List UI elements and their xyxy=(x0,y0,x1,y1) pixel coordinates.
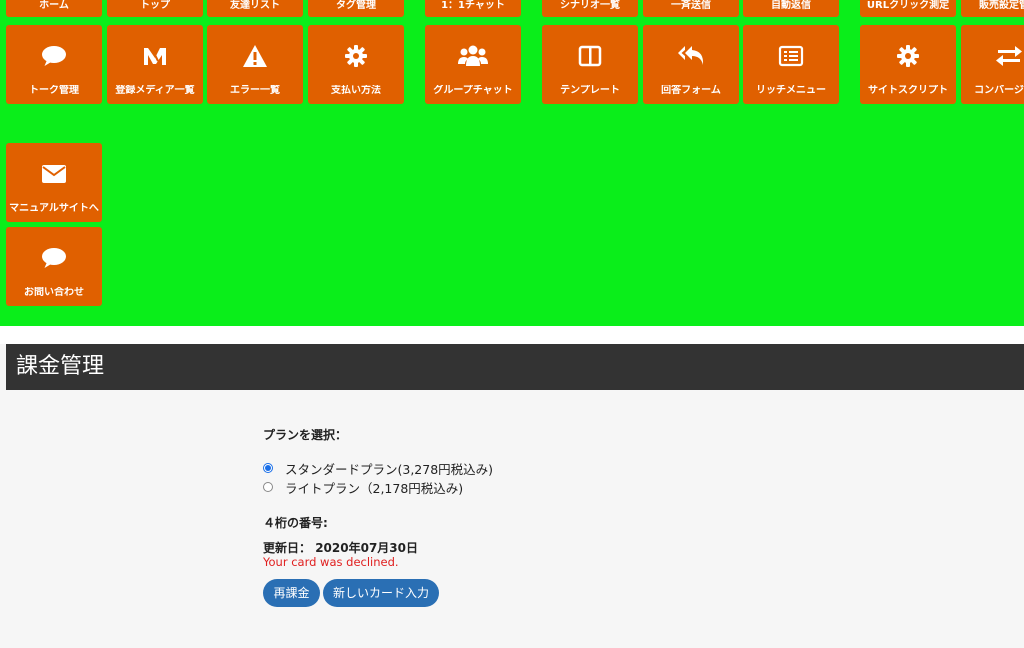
plan-select-label: プランを選択： xyxy=(263,428,348,442)
columns-icon xyxy=(542,43,638,69)
separator-strip xyxy=(0,326,1024,344)
nav-tile-home[interactable]: ホーム xyxy=(6,0,102,17)
nav-tile-template[interactable]: テンプレート xyxy=(542,25,638,104)
nav-tile-label: ホーム xyxy=(39,0,69,11)
nav-tile-site-script[interactable]: サイトスクリプト xyxy=(860,25,956,104)
speech-bubble-icon xyxy=(6,43,102,69)
nav-tile-label: トーク管理 xyxy=(29,85,79,96)
nav-tile-rich-menu[interactable]: リッチメニュー xyxy=(743,25,839,104)
nav-tile-broadcast[interactable]: 一斉送信 xyxy=(643,0,739,17)
page-title: 課金管理 xyxy=(16,354,105,379)
plan-option-light[interactable]: ライトプラン（2,178円税込み) xyxy=(263,479,464,496)
card-error-message: Your card was declined. xyxy=(263,555,399,569)
renewal-date-value: 2020年07月30日 xyxy=(315,541,419,555)
new-card-button[interactable]: 新しいカード入力 xyxy=(323,579,439,607)
plan-option-label: スタンダードプラン(3,278円税込み) xyxy=(285,461,494,477)
nav-tile-label: エラー一覧 xyxy=(230,85,280,96)
nav-tile-label: シナリオ一覧 xyxy=(560,0,620,11)
nav-tile-answer-form[interactable]: 回答フォーム xyxy=(643,25,739,104)
renewal-date: 更新日： 2020年07月30日 xyxy=(263,539,418,556)
plan-option-label: ライトプラン（2,178円税込み) xyxy=(285,480,464,496)
nav-tile-scenario-list[interactable]: シナリオ一覧 xyxy=(542,0,638,17)
nav-tile-label: 回答フォーム xyxy=(661,85,721,96)
page-title-bar: 課金管理 xyxy=(6,344,1024,390)
nav-tile-label: テンプレート xyxy=(560,85,620,96)
nav-tile-group-chat[interactable]: グループチャット xyxy=(425,25,521,104)
nav-tile-label: 1：1チャット xyxy=(441,0,505,11)
nav-tile-media-list[interactable]: 登録メディア一覧 xyxy=(107,25,203,104)
plan-radio-standard[interactable] xyxy=(263,463,273,473)
nav-tile-label: 販売設定管理 xyxy=(979,0,1024,11)
group-users-icon xyxy=(425,43,521,69)
nav-tile-contact[interactable]: お問い合わせ xyxy=(6,227,102,306)
nav-tile-friends-list[interactable]: 友達リスト xyxy=(207,0,303,17)
nav-tile-payment-method[interactable]: 支払い方法 xyxy=(308,25,404,104)
recharge-button[interactable]: 再課金 xyxy=(263,579,320,607)
nav-tile-label: グループチャット xyxy=(433,85,513,96)
nav-tile-label: 一斉送信 xyxy=(671,0,711,11)
warning-icon xyxy=(207,43,303,69)
nav-tile-label: マニュアルサイトへ xyxy=(9,203,99,214)
nav-tile-label: 登録メディア一覧 xyxy=(115,85,195,96)
reply-all-icon xyxy=(643,43,739,69)
list-alt-icon xyxy=(743,43,839,69)
nav-tile-label: お問い合わせ xyxy=(24,287,84,298)
nav-tile-label: 自動返信 xyxy=(771,0,811,11)
card-digits-label: ４桁の番号: xyxy=(263,516,328,530)
nav-tile-label: 友達リスト xyxy=(230,0,280,11)
medium-logo-icon xyxy=(107,43,203,69)
nav-tile-label: タグ管理 xyxy=(336,0,376,11)
exchange-icon xyxy=(961,43,1024,69)
nav-tile-label: リッチメニュー xyxy=(756,85,826,96)
nav-tile-sales-settings[interactable]: 販売設定管理 xyxy=(961,0,1024,17)
plan-radio-light[interactable] xyxy=(263,482,273,492)
nav-tile-label: サイトスクリプト xyxy=(868,85,948,96)
nav-tile-error-list[interactable]: エラー一覧 xyxy=(207,25,303,104)
gear-icon xyxy=(308,43,404,69)
speech-bubble-icon xyxy=(6,245,102,271)
nav-tile-tag-management[interactable]: タグ管理 xyxy=(308,0,404,17)
renewal-date-label: 更新日： xyxy=(263,541,312,555)
nav-tile-top[interactable]: トップ xyxy=(107,0,203,17)
nav-tile-label: コンバージョン xyxy=(974,85,1024,96)
gear-icon xyxy=(860,43,956,69)
plan-option-standard[interactable]: スタンダードプラン(3,278円税込み) xyxy=(263,460,494,477)
nav-menu: ホーム トップ 友達リスト タグ管理 1：1チャット シナリオ一覧 一斉送信 自… xyxy=(0,0,1024,326)
nav-tile-one-on-one-chat[interactable]: 1：1チャット xyxy=(425,0,521,17)
nav-tile-talk-management[interactable]: トーク管理 xyxy=(6,25,102,104)
envelope-icon xyxy=(6,161,102,187)
nav-tile-manual-site[interactable]: マニュアルサイトへ xyxy=(6,143,102,222)
nav-tile-url-click[interactable]: URLクリック測定 xyxy=(860,0,956,17)
nav-tile-label: 支払い方法 xyxy=(331,85,381,96)
nav-tile-label: トップ xyxy=(140,0,170,11)
nav-tile-auto-reply[interactable]: 自動返信 xyxy=(743,0,839,17)
nav-tile-conversion[interactable]: コンバージョン xyxy=(961,25,1024,104)
nav-tile-label: URLクリック測定 xyxy=(866,0,950,11)
